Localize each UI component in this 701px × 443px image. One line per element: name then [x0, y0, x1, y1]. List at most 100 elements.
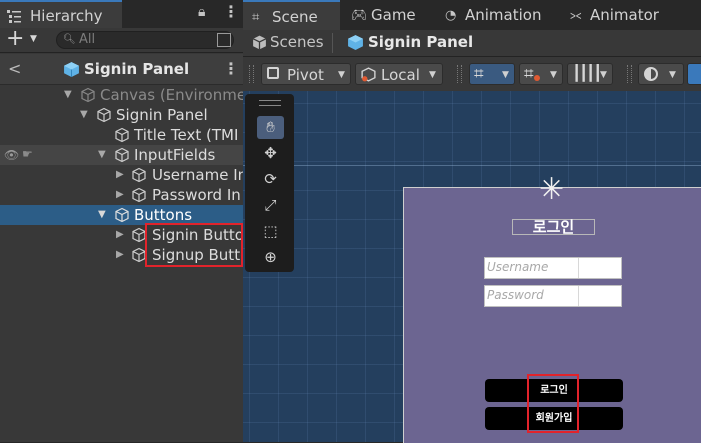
hierarchy-tab-label: Hierarchy — [30, 7, 103, 25]
rect-tool-icon[interactable]: ⬚ — [257, 220, 284, 243]
expand-arrow-icon[interactable]: ▼ — [98, 209, 106, 220]
grid-snap-icon: ⌗ — [474, 64, 484, 84]
ruler-icon: ┃┃┃┃ — [572, 64, 602, 82]
tab-label: Animator — [590, 6, 659, 24]
expand-arrow-icon[interactable]: ▶ — [116, 169, 124, 180]
clock-icon: ◔ — [445, 8, 457, 23]
scale-tool-icon[interactable]: ⤢ — [257, 194, 284, 217]
tree-row-title-text[interactable]: Title Text (TMI — [0, 125, 243, 145]
hierarchy-tab-bar: Hierarchy 🔒︎ ⋮ — [0, 0, 243, 28]
prefab-menu-icon[interactable]: ⋮ — [223, 59, 239, 78]
field-divider — [578, 258, 579, 278]
tree-row-label: Signin Panel — [116, 106, 208, 124]
tree-row-label: Canvas (Environme — [100, 86, 247, 104]
tab-scene[interactable]: ⌗ Scene — [243, 0, 340, 30]
space-dropdown[interactable]: Local ▼ — [355, 63, 443, 85]
prefab-header: < Signin Panel ⋮ — [0, 54, 243, 85]
toolbar-grip — [457, 65, 462, 83]
hierarchy-list-icon — [7, 10, 21, 23]
pivot-label: Pivot — [287, 66, 324, 84]
prefab-title: Signin Panel — [84, 60, 190, 78]
overlay-grip[interactable] — [259, 100, 281, 106]
expand-arrow-icon[interactable]: ▶ — [116, 229, 124, 240]
gameobject-cube-icon — [115, 207, 129, 223]
tree-row-label: Password In — [152, 186, 241, 204]
visibility-eye-icon[interactable]: 👁︎ — [4, 148, 19, 162]
kebab-menu-icon[interactable]: ⋮ — [223, 2, 239, 21]
tree-row-username-input[interactable]: ▶ Username In — [0, 165, 247, 185]
2d-toggle-button[interactable] — [687, 63, 701, 85]
shading-mode-dropdown[interactable]: ▼ — [638, 63, 684, 85]
pivot-dropdown[interactable]: Pivot ▼ — [261, 63, 351, 85]
tree-row-canvas[interactable]: ▼ Canvas (Environme — [0, 85, 247, 105]
snap-badge-icon — [534, 75, 540, 81]
tree-row-label: Buttons — [134, 206, 193, 224]
gameobject-cube-icon — [115, 127, 129, 143]
chevron-down-icon: ▼ — [338, 70, 345, 80]
increment-snap-icon: ⌗ — [524, 64, 534, 84]
tree-row-buttons[interactable]: ▼ Buttons — [0, 205, 243, 225]
tab-label: Animation — [465, 6, 542, 24]
password-placeholder: Password — [487, 288, 544, 302]
prefab-cube-icon — [64, 62, 79, 77]
gameobject-cube-icon — [81, 87, 95, 103]
toolbar-grip — [249, 65, 254, 83]
chevron-down-icon: ▼ — [550, 70, 557, 80]
rotate-tool-icon[interactable]: ⟳ — [257, 168, 284, 191]
tab-animator[interactable]: ⪥ Animator — [570, 0, 670, 30]
hierarchy-search-field[interactable]: 🔍︎ All — [56, 31, 234, 49]
tab-game[interactable]: 🎮︎ Game — [347, 0, 427, 30]
highlight-box-hierarchy-buttons — [145, 223, 243, 267]
back-arrow-icon[interactable]: < — [8, 59, 21, 78]
search-icon: 🔍︎ — [63, 34, 76, 45]
tab-label: Scene — [272, 8, 318, 26]
pivot-handle-icon[interactable]: ✳︎ — [539, 172, 564, 207]
toolbar-grip — [627, 65, 632, 83]
gameobject-cube-icon — [132, 187, 146, 203]
hand-tool-icon[interactable]: ✋︎ — [257, 116, 284, 139]
tab-animation[interactable]: ◔ Animation — [445, 0, 555, 30]
transform-tool-icon[interactable]: ⊕ — [257, 246, 284, 269]
tools-overlay: ✋︎ ✥ ⟳ ⤢ ⬚ ⊕ — [245, 94, 294, 272]
tree-row-input-fields[interactable]: 👁︎ ☛ ▼ InputFields — [0, 145, 243, 165]
gameobject-cube-icon — [115, 147, 129, 163]
username-input[interactable]: Username — [484, 257, 622, 279]
pivot-icon — [267, 67, 279, 79]
grid-icon: ⌗ — [252, 10, 260, 25]
expand-arrow-icon[interactable]: ▼ — [80, 109, 88, 120]
expand-arrow-icon[interactable]: ▼ — [98, 149, 106, 160]
scene-toolbar: Pivot ▼ Local ▼ ⌗ ▼ ⌗ ▼ ┃┃┃┃ ▼ ▼ — [243, 57, 701, 91]
tree-row-signin-panel[interactable]: ▼ Signin Panel — [0, 105, 243, 125]
search-mode-icon[interactable] — [217, 33, 231, 47]
canvas-title-text[interactable]: 로그인 — [512, 219, 595, 235]
snap-settings-dropdown[interactable]: ┃┃┃┃ ▼ — [567, 63, 613, 85]
chevron-down-icon: ▼ — [502, 70, 509, 80]
tree-row-password-input[interactable]: ▶ Password In — [0, 185, 243, 205]
gamepad-icon: 🎮︎ — [351, 8, 368, 23]
hierarchy-toolbar: + ▼ 🔍︎ All — [0, 28, 243, 53]
grid-axis-line — [243, 165, 701, 166]
gameobject-cube-icon — [132, 167, 146, 183]
username-placeholder: Username — [487, 260, 549, 274]
chevron-down-icon: ▼ — [669, 70, 676, 80]
expand-arrow-icon[interactable]: ▶ — [116, 189, 124, 200]
scenes-icon — [252, 35, 267, 50]
chevron-down-icon: ▼ — [600, 70, 607, 80]
lock-icon[interactable]: 🔒︎ — [198, 4, 205, 20]
scene-tab-bar: ⌗ Scene 🎮︎ Game ◔ Animation ⪥ Animator — [243, 0, 701, 30]
breadcrumb-current[interactable]: Signin Panel — [368, 33, 473, 51]
breadcrumb-scenes[interactable]: Scenes — [270, 33, 324, 51]
move-tool-icon[interactable]: ✥ — [257, 142, 284, 165]
pickable-hand-icon[interactable]: ☛ — [22, 147, 33, 161]
password-input[interactable]: Password — [484, 285, 622, 307]
increment-snap-toggle[interactable]: ⌗ ▼ — [519, 63, 563, 85]
expand-arrow-icon[interactable]: ▶ — [116, 249, 124, 260]
expand-arrow-icon[interactable]: ▼ — [64, 89, 72, 100]
breadcrumb-divider — [332, 33, 333, 53]
add-icon[interactable]: + — [6, 28, 24, 50]
add-dropdown-caret-icon[interactable]: ▼ — [30, 34, 37, 44]
hierarchy-tab[interactable]: Hierarchy — [0, 0, 122, 28]
grid-snap-toggle[interactable]: ⌗ ▼ — [469, 63, 515, 85]
tree-row-label: Title Text (TMI — [134, 126, 239, 144]
shading-sphere-icon — [644, 67, 658, 81]
